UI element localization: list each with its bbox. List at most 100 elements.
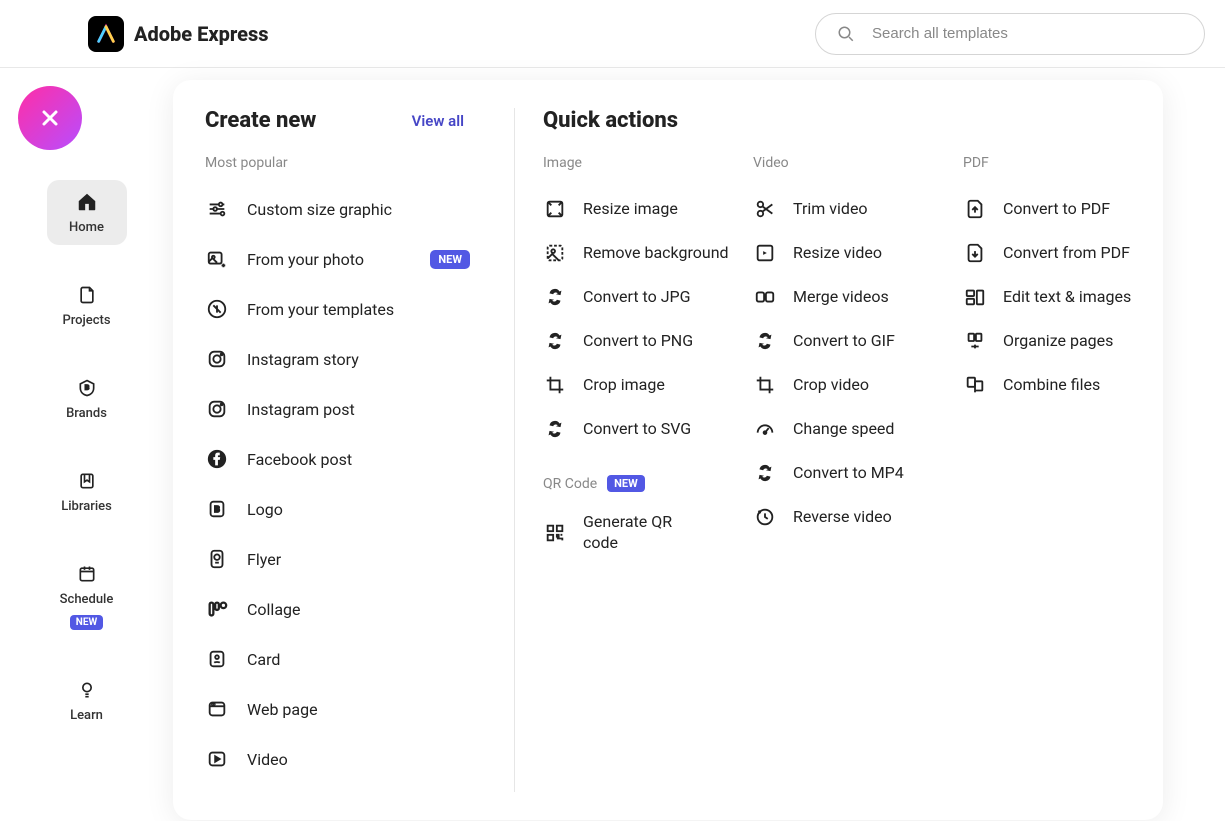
svg-text:B: B xyxy=(84,384,88,392)
action-label: From your templates xyxy=(247,300,394,319)
new-badge: NEW xyxy=(430,250,470,269)
action-label: Logo xyxy=(247,500,283,519)
quick-convert-from-pdf[interactable]: Convert from PDF xyxy=(963,231,1163,275)
action-label: Web page xyxy=(247,700,318,719)
create-video[interactable]: Video xyxy=(205,737,494,781)
action-label: Instagram post xyxy=(247,400,355,419)
quick-convert-jpg[interactable]: Convert to JPG xyxy=(543,275,743,319)
collage-icon xyxy=(205,597,229,621)
quick-reverse-video[interactable]: Reverse video xyxy=(753,495,953,539)
photo-plus-icon xyxy=(205,247,229,271)
create-instagram-story[interactable]: Instagram story xyxy=(205,337,494,381)
action-label: Instagram story xyxy=(247,350,359,369)
nav-projects[interactable]: Projects xyxy=(47,273,127,338)
quick-convert-svg[interactable]: Convert to SVG xyxy=(543,407,743,451)
create-from-templates[interactable]: From your templates xyxy=(205,287,494,331)
app-header: Adobe Express xyxy=(0,0,1225,68)
app-title: Adobe Express xyxy=(134,22,269,46)
create-button[interactable] xyxy=(18,86,82,150)
logo-group[interactable]: Adobe Express xyxy=(88,16,269,52)
action-label: Video xyxy=(247,750,288,769)
create-logo[interactable]: B Logo xyxy=(205,487,494,531)
adobe-express-logo-icon xyxy=(88,16,124,52)
quick-merge-videos[interactable]: Merge videos xyxy=(753,275,953,319)
create-flyer[interactable]: Flyer xyxy=(205,537,494,581)
search-box[interactable] xyxy=(815,13,1205,55)
quick-convert-png[interactable]: Convert to PNG xyxy=(543,319,743,363)
quick-convert-to-pdf[interactable]: Convert to PDF xyxy=(963,187,1163,231)
card-icon xyxy=(205,647,229,671)
quick-crop-video[interactable]: Crop video xyxy=(753,363,953,407)
create-title: Create new xyxy=(205,108,316,133)
pdf-up-icon xyxy=(963,197,987,221)
action-label: Combine files xyxy=(1003,375,1100,396)
nav-schedule[interactable]: Schedule NEW xyxy=(47,552,127,640)
create-collage[interactable]: Collage xyxy=(205,587,494,631)
quick-resize-video[interactable]: Resize video xyxy=(753,231,953,275)
quick-heading-image: Image xyxy=(543,155,743,171)
reverse-icon xyxy=(753,505,777,529)
nav-libraries[interactable]: Libraries xyxy=(47,459,127,524)
action-label: Merge videos xyxy=(793,287,889,308)
convert-icon xyxy=(753,329,777,353)
quick-actions-column: Quick actions Image Resize image Remove … xyxy=(515,108,1163,792)
create-new-column: Create new View all Most popular Custom … xyxy=(205,108,515,792)
crop-icon xyxy=(753,373,777,397)
action-label: Remove background xyxy=(583,243,729,264)
gauge-icon xyxy=(753,417,777,441)
action-label: Reverse video xyxy=(793,507,892,528)
svg-text:B: B xyxy=(214,505,219,515)
nav-brands[interactable]: B Brands xyxy=(47,366,127,431)
nav-label: Home xyxy=(69,220,104,235)
quick-convert-gif[interactable]: Convert to GIF xyxy=(753,319,953,363)
remove-bg-icon xyxy=(543,241,567,265)
convert-icon xyxy=(543,329,567,353)
convert-icon xyxy=(543,417,567,441)
action-label: Convert to GIF xyxy=(793,331,895,352)
create-web-page[interactable]: Web page xyxy=(205,687,494,731)
action-label: Resize image xyxy=(583,199,678,220)
create-facebook-post[interactable]: Facebook post xyxy=(205,437,494,481)
quick-convert-mp4[interactable]: Convert to MP4 xyxy=(753,451,953,495)
facebook-icon xyxy=(205,447,229,471)
action-label: Resize video xyxy=(793,243,882,264)
search-icon xyxy=(834,22,858,46)
quick-edit-text-images[interactable]: Edit text & images xyxy=(963,275,1163,319)
create-custom-size[interactable]: Custom size graphic xyxy=(205,187,494,231)
quick-resize-image[interactable]: Resize image xyxy=(543,187,743,231)
combine-icon xyxy=(963,373,987,397)
quick-trim-video[interactable]: Trim video xyxy=(753,187,953,231)
home-icon xyxy=(75,190,99,214)
nav-items: Home Projects B Brands Libraries Schedul… xyxy=(47,180,127,733)
create-list: Custom size graphic From your photo NEW … xyxy=(205,187,494,781)
quick-combine-files[interactable]: Combine files xyxy=(963,363,1163,407)
lightbulb-icon xyxy=(75,678,99,702)
search-input[interactable] xyxy=(872,25,1186,42)
quick-organize-pages[interactable]: Organize pages xyxy=(963,319,1163,363)
quick-change-speed[interactable]: Change speed xyxy=(753,407,953,451)
nav-label: Libraries xyxy=(61,499,112,514)
template-icon xyxy=(205,297,229,321)
view-all-link[interactable]: View all xyxy=(412,112,464,130)
close-icon xyxy=(38,106,62,130)
quick-title: Quick actions xyxy=(543,108,1163,133)
action-label: Crop video xyxy=(793,375,869,396)
quick-heading-pdf: PDF xyxy=(963,155,1163,171)
nav-label: Brands xyxy=(66,406,107,421)
action-label: Collage xyxy=(247,600,301,619)
convert-icon xyxy=(753,461,777,485)
nav-label: Projects xyxy=(62,313,110,328)
nav-learn[interactable]: Learn xyxy=(47,668,127,733)
create-from-photo[interactable]: From your photo NEW xyxy=(205,237,494,281)
qr-icon xyxy=(543,521,567,545)
quick-col-pdf: PDF Convert to PDF Convert from PDF Edit… xyxy=(963,155,1163,558)
merge-icon xyxy=(753,285,777,309)
nav-home[interactable]: Home xyxy=(47,180,127,245)
quick-crop-image[interactable]: Crop image xyxy=(543,363,743,407)
quick-remove-bg[interactable]: Remove background xyxy=(543,231,743,275)
browser-icon xyxy=(205,697,229,721)
create-instagram-post[interactable]: Instagram post xyxy=(205,387,494,431)
quick-generate-qr[interactable]: Generate QR code xyxy=(543,508,743,558)
create-card[interactable]: Card xyxy=(205,637,494,681)
brand-icon: B xyxy=(75,376,99,400)
